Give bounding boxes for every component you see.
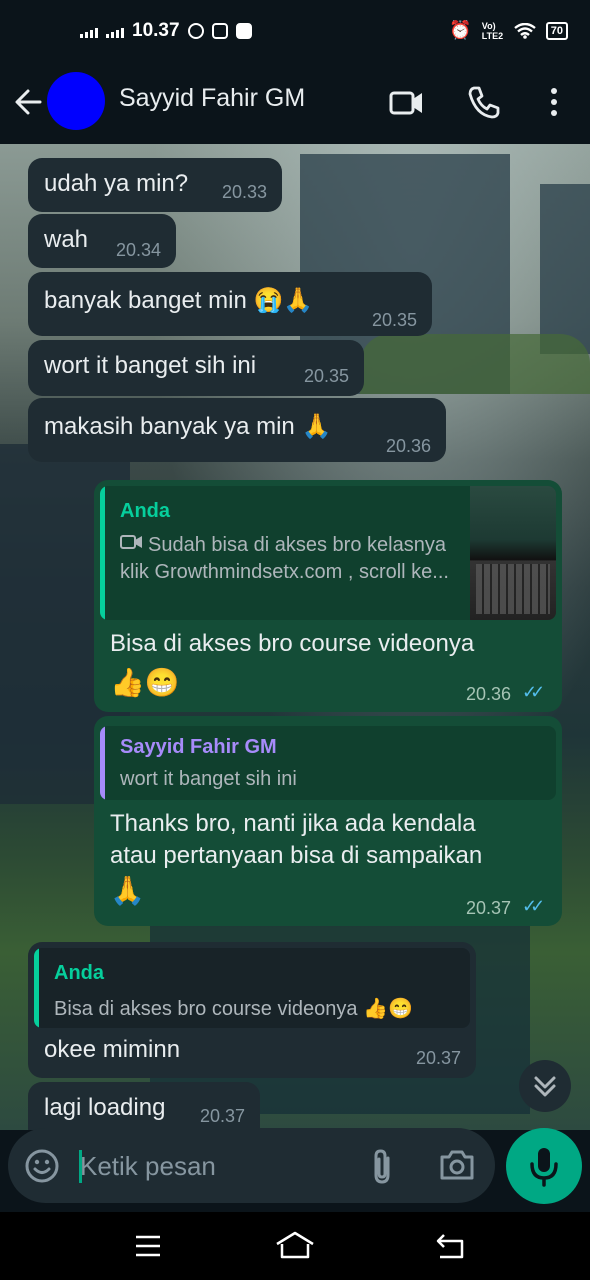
quote-author: Anda bbox=[120, 500, 170, 522]
status-time: 10.37 bbox=[132, 20, 180, 41]
message-text: Thanks bro, nanti jika ada kendala bbox=[110, 810, 476, 837]
wifi-icon bbox=[514, 22, 536, 39]
message-bubble-incoming[interactable]: Anda Bisa di akses bro course videonya 👍… bbox=[28, 942, 476, 1078]
quoted-message[interactable]: Anda Bisa di akses bro course videonya 👍… bbox=[34, 948, 470, 1028]
back-nav-icon[interactable] bbox=[434, 1232, 466, 1260]
read-receipt-icon: ✓✓ bbox=[522, 682, 545, 702]
message-text: wort it banget sih ini bbox=[44, 352, 257, 379]
message-bubble-incoming[interactable]: udah ya min? 20.33 bbox=[28, 158, 282, 212]
attach-icon[interactable] bbox=[368, 1148, 396, 1186]
system-navigation-bar bbox=[0, 1212, 590, 1280]
video-call-icon[interactable] bbox=[388, 84, 426, 122]
quote-author: Anda bbox=[54, 962, 104, 984]
message-time: 20.34 bbox=[116, 240, 162, 260]
signal-1-icon bbox=[80, 24, 98, 38]
message-time: 20.37 bbox=[416, 1048, 462, 1068]
home-icon[interactable] bbox=[274, 1230, 316, 1260]
quote-text: Sudah bisa di akses bro kelasnya klik Gr… bbox=[120, 534, 449, 583]
voice-call-icon[interactable] bbox=[466, 84, 502, 120]
message-bubble-incoming[interactable]: banyak banget min 😭🙏 20.35 bbox=[28, 272, 432, 336]
avatar[interactable] bbox=[47, 72, 105, 130]
double-chevron-down-icon bbox=[534, 1076, 556, 1097]
message-bubble-incoming[interactable]: wah 20.34 bbox=[28, 214, 176, 268]
signal-2-icon bbox=[106, 24, 124, 38]
message-time: 20.36 bbox=[386, 436, 432, 456]
back-arrow-icon[interactable] bbox=[12, 86, 44, 118]
emoji-line: 👍😁 bbox=[110, 667, 180, 698]
alarm-icon: ⏰ bbox=[449, 20, 472, 40]
emoji-icon[interactable] bbox=[24, 1148, 60, 1184]
message-text: atau pertanyaan bisa di sampaikan bbox=[110, 842, 483, 869]
wallpaper-building bbox=[540, 184, 590, 354]
message-text: makasih banyak ya min 🙏 bbox=[44, 413, 332, 440]
message-time: 20.35 bbox=[372, 310, 418, 330]
battery-icon: 70 bbox=[545, 21, 568, 40]
message-bubble-incoming[interactable]: wort it banget sih ini 20.35 bbox=[28, 340, 364, 396]
message-time: 20.35 bbox=[304, 366, 350, 386]
message-text: Bisa di akses bro course videonya bbox=[110, 630, 475, 657]
media-thumbnail[interactable] bbox=[470, 486, 556, 620]
keyboard-thumbnail bbox=[476, 564, 550, 614]
microphone-icon bbox=[530, 1148, 558, 1187]
status-bar: 10.37 ⏰ Vo) LTE2 70 bbox=[0, 0, 590, 62]
message-text: banyak banget min 😭🙏 bbox=[44, 287, 314, 314]
quoted-message[interactable]: Anda Sudah bisa di akses bro kelasnya kl… bbox=[100, 486, 556, 620]
chat-area[interactable]: udah ya min? 20.33 wah 20.34 banyak bang… bbox=[0, 144, 590, 1130]
volte-label: Vo) LTE2 bbox=[481, 20, 504, 41]
quote-text: Bisa di akses bro course videonya 👍😁 bbox=[54, 998, 413, 1020]
b-circle-icon bbox=[187, 23, 204, 39]
quote-author: Sayyid Fahir GM bbox=[120, 736, 277, 758]
message-text: wah bbox=[44, 226, 89, 253]
message-bubble-incoming[interactable]: lagi loading 20.37 bbox=[28, 1082, 260, 1130]
message-composer bbox=[8, 1128, 495, 1203]
message-time: 20.36 bbox=[466, 684, 512, 704]
scroll-to-bottom-button[interactable] bbox=[519, 1060, 571, 1112]
message-text: udah ya min? bbox=[44, 170, 189, 197]
message-input[interactable] bbox=[78, 1144, 352, 1188]
emoji-line: 🙏 bbox=[110, 875, 145, 906]
message-time: 20.37 bbox=[200, 1106, 246, 1126]
message-bubble-incoming[interactable]: makasih banyak ya min 🙏 20.36 bbox=[28, 398, 446, 462]
message-text: lagi loading bbox=[44, 1094, 166, 1121]
message-time: 20.37 bbox=[466, 898, 512, 918]
quote-text: wort it banget sih ini bbox=[120, 768, 297, 790]
mail-icon bbox=[235, 23, 252, 39]
mic-button[interactable] bbox=[506, 1128, 582, 1204]
message-time: 20.33 bbox=[222, 182, 268, 202]
contact-name[interactable]: Sayyid Fahir GM bbox=[119, 84, 305, 113]
message-text: okee miminn bbox=[44, 1036, 181, 1063]
menu-icon[interactable] bbox=[134, 1234, 162, 1258]
quoted-message[interactable]: Sayyid Fahir GM wort it banget sih ini bbox=[100, 726, 556, 800]
message-bubble-outgoing[interactable]: Sayyid Fahir GM wort it banget sih ini T… bbox=[94, 716, 562, 926]
instagram-icon bbox=[211, 23, 228, 39]
chat-header: Sayyid Fahir GM bbox=[0, 62, 590, 144]
message-bubble-outgoing[interactable]: Anda Sudah bisa di akses bro kelasnya kl… bbox=[94, 480, 562, 712]
more-options-icon[interactable] bbox=[542, 84, 566, 120]
read-receipt-icon: ✓✓ bbox=[522, 896, 545, 916]
wallpaper-hedge bbox=[360, 334, 590, 394]
camera-icon[interactable] bbox=[438, 1148, 476, 1182]
